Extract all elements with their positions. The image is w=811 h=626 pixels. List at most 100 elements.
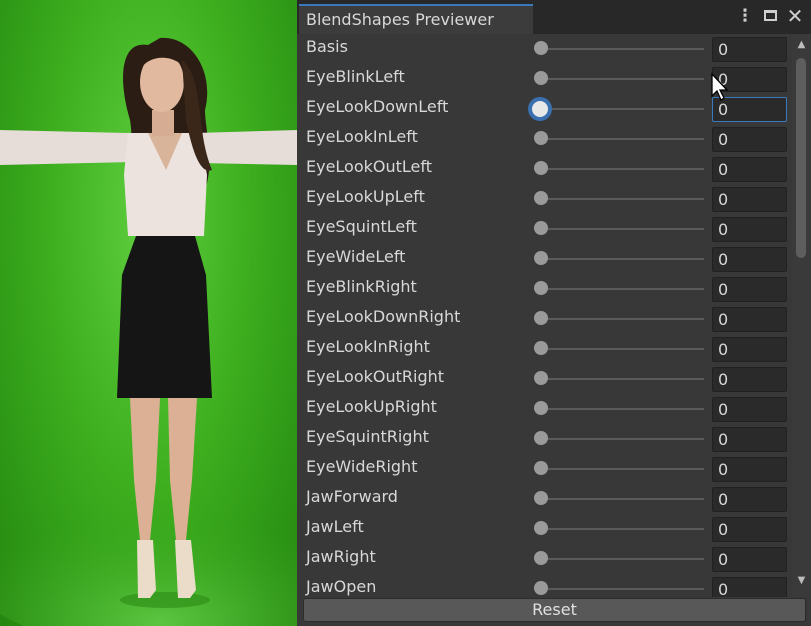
- blendshape-row: EyeLookUpLeft 0: [297, 184, 791, 214]
- value-field[interactable]: 0: [712, 517, 787, 542]
- slider-handle[interactable]: [534, 491, 548, 505]
- slider-track[interactable]: [541, 258, 704, 260]
- value-field[interactable]: 0: [712, 487, 787, 512]
- more-vertical-icon[interactable]: ⋮: [735, 6, 755, 26]
- slider-handle[interactable]: [534, 41, 548, 55]
- slider-track[interactable]: [541, 378, 704, 380]
- slider-track[interactable]: [541, 168, 704, 170]
- blendshape-row: EyeBlinkRight 0: [297, 274, 791, 304]
- blendshape-row: EyeWideLeft 0: [297, 244, 791, 274]
- value-field[interactable]: 0: [712, 277, 787, 302]
- blendshapes-previewer-window: BlendShapes Previewer ⋮ ✕ Basis 0 EyeBlink…: [297, 0, 811, 626]
- slider-handle[interactable]: [534, 371, 548, 385]
- blendshape-label: JawForward: [306, 487, 398, 506]
- blendshape-label: EyeLookOutRight: [306, 367, 445, 386]
- slider-handle[interactable]: [534, 251, 548, 265]
- slider-handle[interactable]: [534, 191, 548, 205]
- slider-track[interactable]: [541, 318, 704, 320]
- slider-handle[interactable]: [534, 521, 548, 535]
- blendshape-row: EyeSquintLeft 0: [297, 214, 791, 244]
- blendshape-label: EyeLookOutLeft: [306, 157, 433, 176]
- slider-handle[interactable]: [528, 97, 552, 121]
- value-field[interactable]: 0: [712, 337, 787, 362]
- tab-bar: BlendShapes Previewer ⋮ ✕: [297, 0, 811, 34]
- blendshape-label: EyeBlinkRight: [306, 277, 417, 296]
- value-field[interactable]: 0: [712, 127, 787, 152]
- slider-handle[interactable]: [534, 161, 548, 175]
- scroll-up-arrow-icon[interactable]: ▲: [792, 38, 811, 52]
- scroll-thumb[interactable]: [796, 58, 806, 258]
- slider-handle[interactable]: [534, 131, 548, 145]
- blendshape-row: JawOpen 0: [297, 574, 791, 597]
- blendshape-row: JawRight 0: [297, 544, 791, 574]
- slider-handle[interactable]: [534, 221, 548, 235]
- slider-track[interactable]: [541, 48, 704, 50]
- blendshape-label: EyeLookInLeft: [306, 127, 418, 146]
- blendshape-label: JawLeft: [306, 517, 364, 536]
- value-field[interactable]: 0: [712, 547, 787, 572]
- value-field[interactable]: 0: [712, 247, 787, 272]
- blendshape-list: Basis 0 EyeBlinkLeft 0 EyeLookDownLeft 0 EyeLo…: [297, 34, 791, 597]
- value-field[interactable]: 0: [712, 457, 787, 482]
- blendshape-row: EyeLookOutRight 0: [297, 364, 791, 394]
- slider-track[interactable]: [541, 408, 704, 410]
- value-field[interactable]: 0: [712, 397, 787, 422]
- slider-track[interactable]: [541, 498, 704, 500]
- slider-track[interactable]: [541, 528, 704, 530]
- slider-track[interactable]: [541, 228, 704, 230]
- value-field[interactable]: 0: [712, 427, 787, 452]
- slider-handle[interactable]: [534, 431, 548, 445]
- slider-handle[interactable]: [534, 311, 548, 325]
- slider-track[interactable]: [541, 468, 704, 470]
- slider-track[interactable]: [541, 138, 704, 140]
- blendshape-label: EyeLookDownLeft: [306, 97, 449, 116]
- blendshape-label: EyeWideRight: [306, 457, 418, 476]
- slider-handle[interactable]: [534, 551, 548, 565]
- slider-handle[interactable]: [534, 281, 548, 295]
- slider-track[interactable]: [541, 288, 704, 290]
- value-field[interactable]: 0: [712, 367, 787, 392]
- blendshape-row: EyeSquintRight 0: [297, 424, 791, 454]
- blendshape-label: EyeWideLeft: [306, 247, 406, 266]
- value-field[interactable]: 0: [712, 217, 787, 242]
- reset-button[interactable]: Reset: [303, 598, 806, 622]
- value-field[interactable]: 0: [712, 307, 787, 332]
- blendshape-label: JawOpen: [306, 577, 377, 596]
- blendshape-row: EyeLookOutLeft 0: [297, 154, 791, 184]
- maximize-icon[interactable]: [761, 6, 781, 26]
- close-icon[interactable]: ✕: [785, 6, 805, 26]
- slider-track[interactable]: [541, 198, 704, 200]
- blendshape-label: JawRight: [306, 547, 376, 566]
- blendshape-row: EyeLookUpRight 0: [297, 394, 791, 424]
- value-field[interactable]: 0: [712, 577, 787, 597]
- slider-handle[interactable]: [534, 581, 548, 595]
- mouse-cursor-icon: [711, 72, 729, 101]
- blendshape-row: EyeWideRight 0: [297, 454, 791, 484]
- slider-track[interactable]: [541, 558, 704, 560]
- slider-track[interactable]: [541, 78, 704, 80]
- blendshape-label: EyeLookUpRight: [306, 397, 437, 416]
- value-field[interactable]: 0: [712, 187, 787, 212]
- blendshape-label: EyeSquintLeft: [306, 217, 417, 236]
- slider-track[interactable]: [541, 348, 704, 350]
- blendshape-row: EyeLookInRight 0: [297, 334, 791, 364]
- slider-handle[interactable]: [534, 341, 548, 355]
- blendshape-label: EyeLookUpLeft: [306, 187, 425, 206]
- blendshape-row: EyeLookInLeft 0: [297, 124, 791, 154]
- blendshape-row: JawLeft 0: [297, 514, 791, 544]
- slider-track[interactable]: [541, 438, 704, 440]
- slider-handle[interactable]: [534, 71, 548, 85]
- tab-blendshapes-previewer[interactable]: BlendShapes Previewer: [299, 4, 533, 34]
- blendshape-label: EyeLookInRight: [306, 337, 430, 356]
- slider-handle[interactable]: [534, 461, 548, 475]
- blendshape-label: EyeBlinkLeft: [306, 67, 405, 86]
- blendshape-row: JawForward 0: [297, 484, 791, 514]
- blendshape-label: EyeSquintRight: [306, 427, 429, 446]
- value-field[interactable]: 0: [712, 37, 787, 62]
- value-field[interactable]: 0: [712, 157, 787, 182]
- slider-handle[interactable]: [534, 401, 548, 415]
- vertical-scrollbar[interactable]: ▲ ▼: [792, 34, 811, 597]
- slider-track[interactable]: [541, 108, 704, 110]
- scroll-down-arrow-icon[interactable]: ▼: [792, 574, 811, 588]
- slider-track[interactable]: [541, 588, 704, 590]
